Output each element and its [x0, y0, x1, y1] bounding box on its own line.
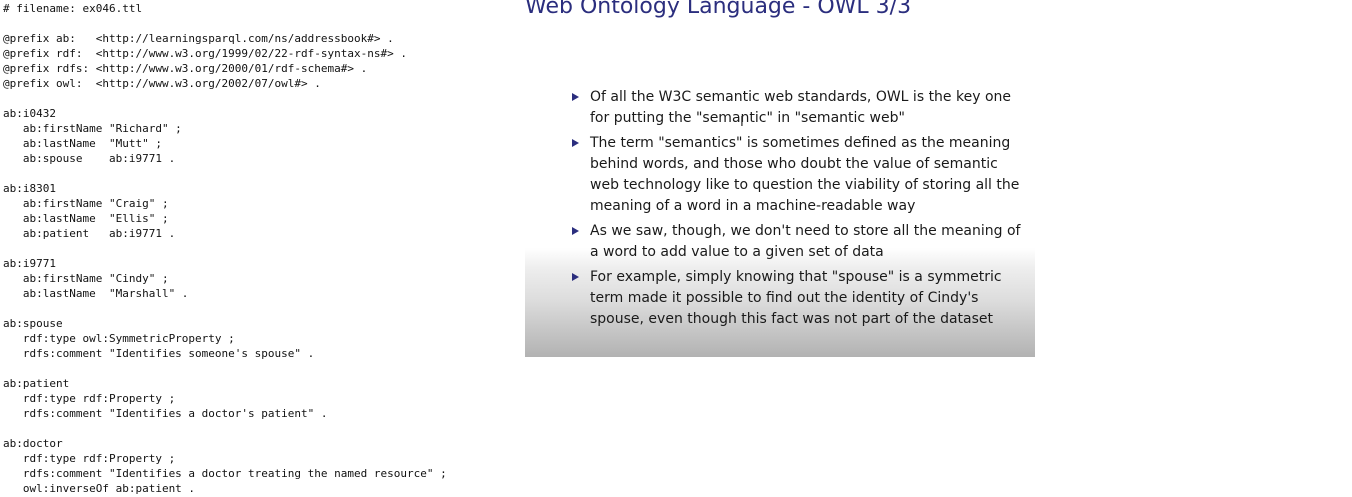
- code-line: ab:lastName "Mutt" ;: [3, 137, 162, 150]
- code-line: ab:spouse: [3, 317, 63, 330]
- triangle-bullet-icon: [572, 227, 579, 235]
- code-line: @prefix owl: <http://www.w3.org/2002/07/…: [3, 77, 321, 90]
- code-line: ab:firstName "Richard" ;: [3, 122, 182, 135]
- text-cursor-icon: I: [740, 115, 744, 130]
- code-line: @prefix rdf: <http://www.w3.org/1999/02/…: [3, 47, 407, 60]
- code-line: owl:inverseOf ab:patient .: [3, 482, 196, 495]
- code-line: ab:patient: [3, 377, 70, 390]
- bullet-text: For example, simply knowing that "spouse…: [590, 269, 1002, 327]
- code-line: ab:lastName "Marshall" .: [3, 287, 189, 300]
- code-line: # filename: ex046.ttl: [3, 2, 143, 15]
- triangle-bullet-icon: [572, 93, 579, 101]
- code-line: ab:i9771: [3, 257, 56, 270]
- turtle-code-panel: # filename: ex046.ttl @prefix ab: <http:…: [0, 0, 520, 497]
- code-line: ab:spouse ab:i9771 .: [3, 152, 176, 165]
- code-line: ab:firstName "Cindy" ;: [3, 272, 169, 285]
- bullet-text: Of all the W3C semantic web standards, O…: [590, 89, 1012, 126]
- code-line: rdfs:comment "Identifies someone's spous…: [3, 347, 315, 360]
- code-line: ab:i0432: [3, 107, 56, 120]
- presentation-slide: Web Ontology Language - OWL 3/3 Of all t…: [525, 0, 1035, 357]
- code-line: rdf:type owl:SymmetricProperty ;: [3, 332, 235, 345]
- code-line: ab:patient ab:i9771 .: [3, 227, 176, 240]
- code-line: ab:firstName "Craig" ;: [3, 197, 169, 210]
- code-line: @prefix ab: <http://learningsparql.com/n…: [3, 32, 394, 45]
- bullet-item: Of all the W3C semantic web standards, O…: [571, 87, 1026, 129]
- slide-title: Web Ontology Language - OWL 3/3: [525, 0, 912, 19]
- bullet-text: The term "semantics" is sometimes define…: [590, 135, 1020, 214]
- bullet-text: As we saw, though, we don't need to stor…: [590, 223, 1021, 260]
- code-line: rdf:type rdf:Property ;: [3, 452, 176, 465]
- code-line: rdfs:comment "Identifies a doctor's pati…: [3, 407, 328, 420]
- code-line: rdf:type rdf:Property ;: [3, 392, 176, 405]
- bullet-item: The term "semantics" is sometimes define…: [571, 133, 1026, 217]
- slide-bullet-list: Of all the W3C semantic web standards, O…: [571, 87, 1026, 334]
- code-line: ab:lastName "Ellis" ;: [3, 212, 169, 225]
- code-line: rdfs:comment "Identifies a doctor treati…: [3, 467, 447, 480]
- code-line: ab:doctor: [3, 437, 63, 450]
- triangle-bullet-icon: [572, 139, 579, 147]
- code-line: @prefix rdfs: <http://www.w3.org/2000/01…: [3, 62, 368, 75]
- triangle-bullet-icon: [572, 273, 579, 281]
- bullet-item: For example, simply knowing that "spouse…: [571, 267, 1026, 330]
- bullet-item: As we saw, though, we don't need to stor…: [571, 221, 1026, 263]
- code-line: ab:i8301: [3, 182, 56, 195]
